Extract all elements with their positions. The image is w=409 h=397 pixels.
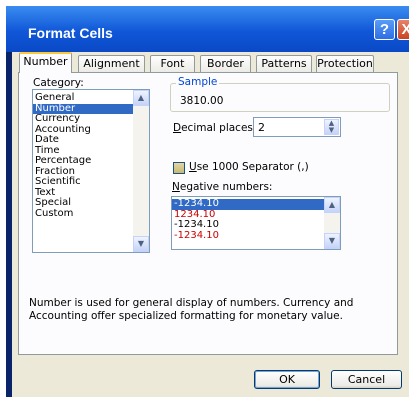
separator-label: Use 1000 Separator (,) <box>189 161 309 173</box>
sample-label: Sample <box>176 76 220 88</box>
list-item[interactable]: -1234.10 <box>172 230 340 242</box>
tab-alignment[interactable]: Alignment <box>78 55 145 72</box>
category-scrollbar[interactable]: ▲ ▼ <box>133 90 149 252</box>
negative-numbers-scrollbar[interactable]: ▲ ▼ <box>324 197 340 249</box>
scroll-down-icon[interactable]: ▼ <box>324 233 340 249</box>
list-item[interactable]: Scientific <box>33 176 149 188</box>
negative-numbers-list[interactable]: -1234.10 1234.10 -1234.10 -1234.10 ▲ ▼ <box>171 196 341 250</box>
list-item[interactable]: -1234.10 <box>172 198 340 210</box>
stepper-arrows-icon[interactable]: ▲ ▼ <box>324 119 339 135</box>
ok-button[interactable]: OK <box>254 370 320 389</box>
tab-number[interactable]: Number <box>19 52 72 73</box>
format-description: Number is used for general display of nu… <box>29 297 354 322</box>
list-item[interactable]: -1234.10 <box>172 219 340 231</box>
decimal-places-value: 2 <box>258 121 265 134</box>
title-bar[interactable]: Format Cells ? X <box>6 6 409 52</box>
list-item[interactable]: Percentage <box>33 155 149 167</box>
close-button[interactable]: X <box>397 19 409 40</box>
window-title: Format Cells <box>28 25 113 41</box>
tab-patterns[interactable]: Patterns <box>256 55 312 72</box>
decimal-places-label: Decimal places: <box>173 122 257 134</box>
category-label: Category: <box>33 77 84 89</box>
tab-font[interactable]: Font <box>150 55 195 72</box>
tab-protection[interactable]: Protection <box>316 55 374 72</box>
list-item[interactable]: Date <box>33 134 149 146</box>
separator-checkbox[interactable] <box>173 162 185 174</box>
scroll-up-icon[interactable]: ▲ <box>133 90 149 106</box>
category-list[interactable]: General Number Currency Accounting Date Time P… <box>32 89 150 253</box>
cancel-button[interactable]: Cancel <box>331 370 402 389</box>
help-button[interactable]: ? <box>374 19 395 40</box>
negative-numbers-label: Negative numbers: <box>172 181 273 193</box>
scroll-down-icon[interactable]: ▼ <box>133 236 149 252</box>
scroll-up-icon[interactable]: ▲ <box>324 197 340 213</box>
list-item[interactable]: General <box>33 92 149 104</box>
decimal-places-stepper[interactable]: 2 ▲ ▼ <box>253 117 341 137</box>
sample-value: 3810.00 <box>180 95 224 107</box>
list-item[interactable]: Custom <box>33 208 149 220</box>
list-item[interactable]: Special <box>33 197 149 209</box>
tab-border[interactable]: Border <box>200 55 251 72</box>
list-item[interactable]: Currency <box>33 113 149 125</box>
